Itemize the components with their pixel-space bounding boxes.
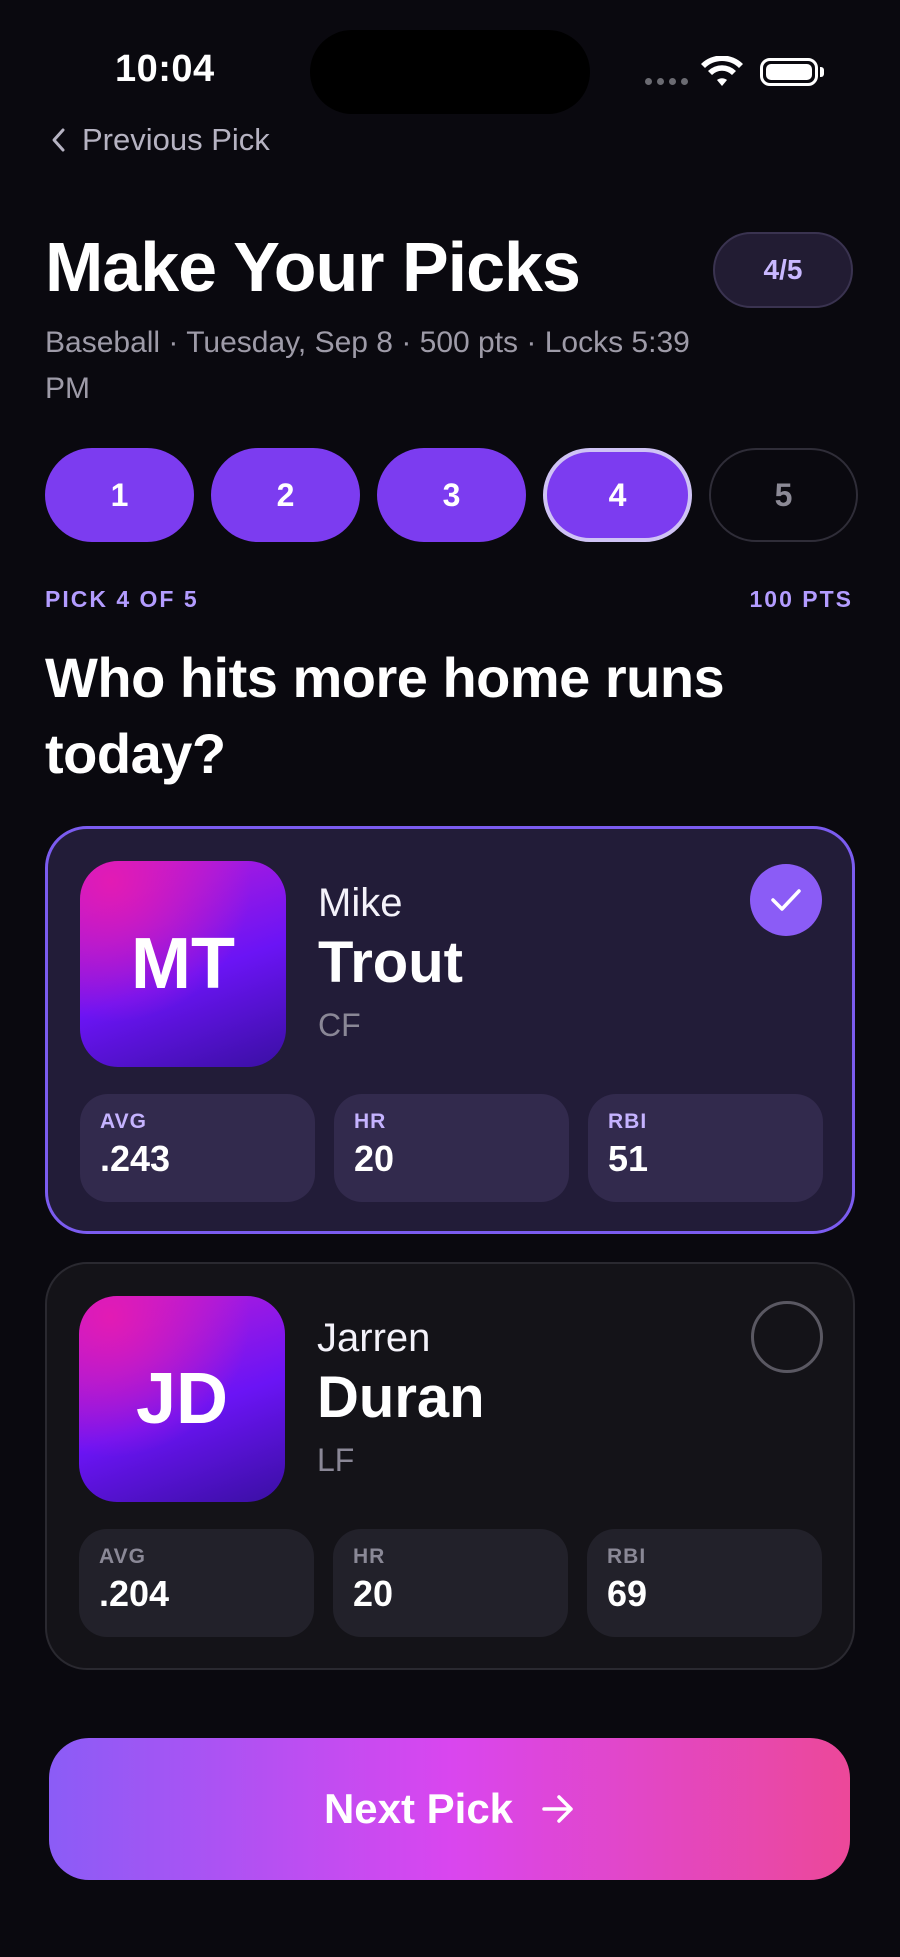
player-first-name: Mike [318,881,403,925]
page-title: Make Your Picks [45,228,581,306]
next-pick-label: Next Pick [323,1785,514,1832]
checkmark-icon [771,889,801,911]
player-card[interactable]: JD Jarren Duran LF AVG .204 HR 20 RBI 69 [45,1262,855,1670]
status-time: 10:04 [115,48,215,90]
step-1[interactable]: 1 [45,448,194,542]
step-4[interactable]: 4 [543,448,692,542]
stat-label: AVG [99,1545,146,1568]
stat-rbi: RBI 69 [587,1529,822,1637]
chevron-left-icon [52,128,65,152]
pick-points-label: 100 PTS [749,586,853,612]
selected-check[interactable] [750,864,822,936]
progress-badge: 4/5 [713,232,853,308]
stat-rbi: RBI 51 [588,1094,823,1202]
signal-icon [645,78,688,85]
previous-pick-button[interactable]: Previous Pick [50,122,270,158]
previous-pick-label: Previous Pick [82,122,270,157]
player-avatar: JD [79,1296,285,1502]
player-first-name: Jarren [317,1316,431,1360]
stat-avg: AVG .204 [79,1529,314,1637]
battery-nub [820,67,824,77]
stat-label: AVG [100,1110,147,1133]
pick-question: Who hits more home runs today? [45,646,725,785]
player-card-selected[interactable]: MT Mike Trout CF AVG .243 HR 20 RBI 51 [45,826,855,1234]
battery-icon [760,58,818,86]
step-5[interactable]: 5 [709,448,858,542]
player-stats: AVG .204 HR 20 RBI 69 [79,1529,822,1637]
step-3[interactable]: 3 [377,448,526,542]
player-last-name: Trout [318,930,463,995]
stat-value: .204 [99,1573,170,1614]
arrow-right-icon [542,1795,573,1823]
step-2[interactable]: 2 [211,448,360,542]
dynamic-island [310,30,590,114]
player-avatar: MT [80,861,286,1067]
wifi-icon [701,56,743,86]
pick-index-label: PICK 4 OF 5 [45,586,199,612]
stat-value: 20 [354,1138,395,1179]
stat-value: 20 [353,1573,394,1614]
stat-avg: AVG .243 [80,1094,315,1202]
player-position: LF [317,1442,355,1478]
stat-value: .243 [100,1138,171,1179]
next-pick-button[interactable]: Next Pick [49,1738,850,1880]
stat-label: RBI [608,1110,648,1133]
pick-stepper: 1 2 3 4 5 [45,448,858,542]
stat-label: RBI [607,1545,647,1568]
stat-value: 69 [607,1573,648,1614]
player-last-name: Duran [317,1365,485,1430]
stat-label: HR [354,1110,387,1133]
stat-hr: HR 20 [333,1529,568,1637]
player-position: CF [318,1007,361,1043]
stat-label: HR [353,1545,386,1568]
stat-value: 51 [608,1138,649,1179]
event-subtitle: Baseball · Tuesday, Sep 8 · 500 pts · Lo… [45,326,690,405]
player-stats: AVG .243 HR 20 RBI 51 [80,1094,823,1202]
stat-hr: HR 20 [334,1094,569,1202]
select-radio[interactable] [751,1301,823,1373]
